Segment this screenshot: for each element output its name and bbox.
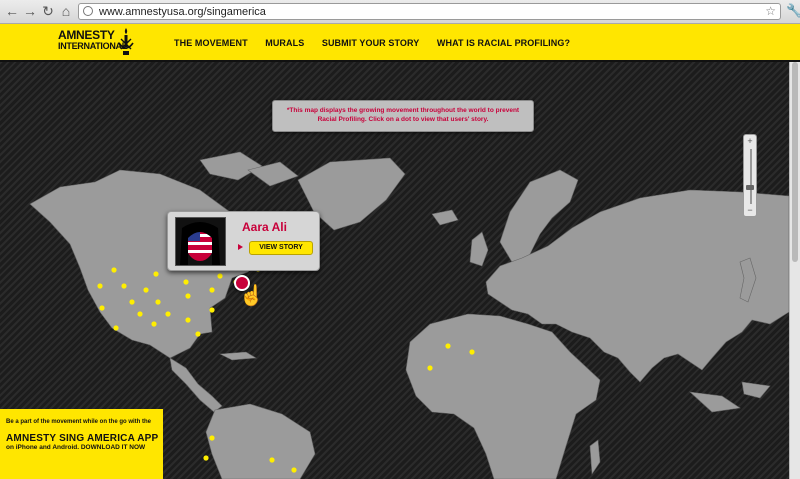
story-author-name: Aara Ali	[242, 220, 287, 234]
forward-arrow-icon[interactable]: →	[22, 3, 38, 19]
flag-face-image	[176, 218, 225, 265]
story-dot[interactable]	[269, 457, 275, 463]
zoom-out-button[interactable]: −	[744, 205, 756, 215]
story-dot[interactable]	[183, 279, 189, 285]
story-dot[interactable]	[427, 365, 433, 371]
home-icon[interactable]: ⌂	[58, 3, 74, 19]
nav-submit-your-story[interactable]: SUBMIT YOUR STORY	[322, 38, 420, 48]
story-dot[interactable]	[185, 293, 191, 299]
main-nav: THE MOVEMENT MURALS SUBMIT YOUR STORY WH…	[174, 38, 585, 48]
scrollbar-thumb[interactable]	[792, 62, 798, 262]
page-scrollbar[interactable]	[789, 62, 800, 479]
story-dot[interactable]	[209, 287, 215, 293]
wrench-icon[interactable]: 🔧	[786, 3, 800, 19]
zoom-track[interactable]	[750, 149, 752, 204]
story-dot[interactable]	[97, 283, 103, 289]
story-dot[interactable]	[165, 311, 171, 317]
avatar	[175, 217, 226, 266]
story-dot[interactable]	[217, 273, 223, 279]
story-dot[interactable]	[445, 343, 451, 349]
zoom-in-button[interactable]: +	[744, 136, 756, 146]
story-dot[interactable]	[291, 467, 297, 473]
map-notice: *This map displays the growing movement …	[272, 100, 534, 132]
story-dot[interactable]	[469, 349, 475, 355]
story-dot[interactable]	[137, 311, 143, 317]
map-notice-text: *This map displays the growing movement …	[286, 107, 520, 123]
back-arrow-icon[interactable]: ←	[4, 3, 20, 19]
story-dot[interactable]	[129, 299, 135, 305]
app-promo-banner[interactable]: Be a part of the movement while on the g…	[0, 409, 163, 479]
story-dot[interactable]	[195, 331, 201, 337]
story-dot[interactable]	[143, 287, 149, 293]
story-dot[interactable]	[113, 325, 119, 331]
story-dot[interactable]	[151, 321, 157, 327]
promo-download-text[interactable]: on iPhone and Android. DOWNLOAD IT NOW	[6, 444, 145, 452]
story-dot[interactable]	[209, 307, 215, 313]
logo-line1: AMNESTY	[58, 28, 115, 42]
zoom-control[interactable]: + −	[743, 134, 757, 217]
story-dot[interactable]	[99, 305, 105, 311]
bookmark-star-icon[interactable]: ☆	[765, 4, 776, 19]
story-dot[interactable]	[121, 283, 127, 289]
promo-app-name: AMNESTY SING AMERICA APP	[6, 433, 159, 444]
globe-icon	[83, 6, 93, 16]
candle-logo-icon	[118, 28, 134, 55]
reload-icon[interactable]: ↻	[40, 3, 56, 19]
zoom-slider-handle[interactable]	[746, 185, 754, 190]
nav-racial-profiling[interactable]: WHAT IS RACIAL PROFILING?	[437, 38, 570, 48]
play-arrow-icon	[238, 244, 243, 250]
nav-murals[interactable]: MURALS	[265, 38, 304, 48]
promo-intro: Be a part of the movement while on the g…	[6, 419, 152, 425]
story-dot[interactable]	[155, 299, 161, 305]
world-map[interactable]: *This map displays the growing movement …	[0, 62, 800, 479]
address-bar[interactable]: www.amnestyusa.org/singamerica ☆	[78, 3, 781, 20]
nav-the-movement[interactable]: THE MOVEMENT	[174, 38, 248, 48]
hand-cursor-icon: ☝	[239, 285, 264, 307]
story-dot[interactable]	[209, 435, 215, 441]
story-dot[interactable]	[153, 271, 159, 277]
story-dot[interactable]	[203, 455, 209, 461]
view-story-button[interactable]: VIEW STORY	[249, 241, 313, 255]
story-dot[interactable]	[185, 317, 191, 323]
story-dot[interactable]	[111, 267, 117, 273]
url-text[interactable]: www.amnestyusa.org/singamerica	[99, 5, 266, 19]
browser-toolbar: ← → ↻ ⌂ www.amnestyusa.org/singamerica ☆…	[0, 0, 800, 24]
story-popup: Aara Ali VIEW STORY	[167, 211, 320, 271]
site-header: AMNESTY INTERNATIONAL THE MOVEMENT MURAL…	[0, 24, 800, 62]
